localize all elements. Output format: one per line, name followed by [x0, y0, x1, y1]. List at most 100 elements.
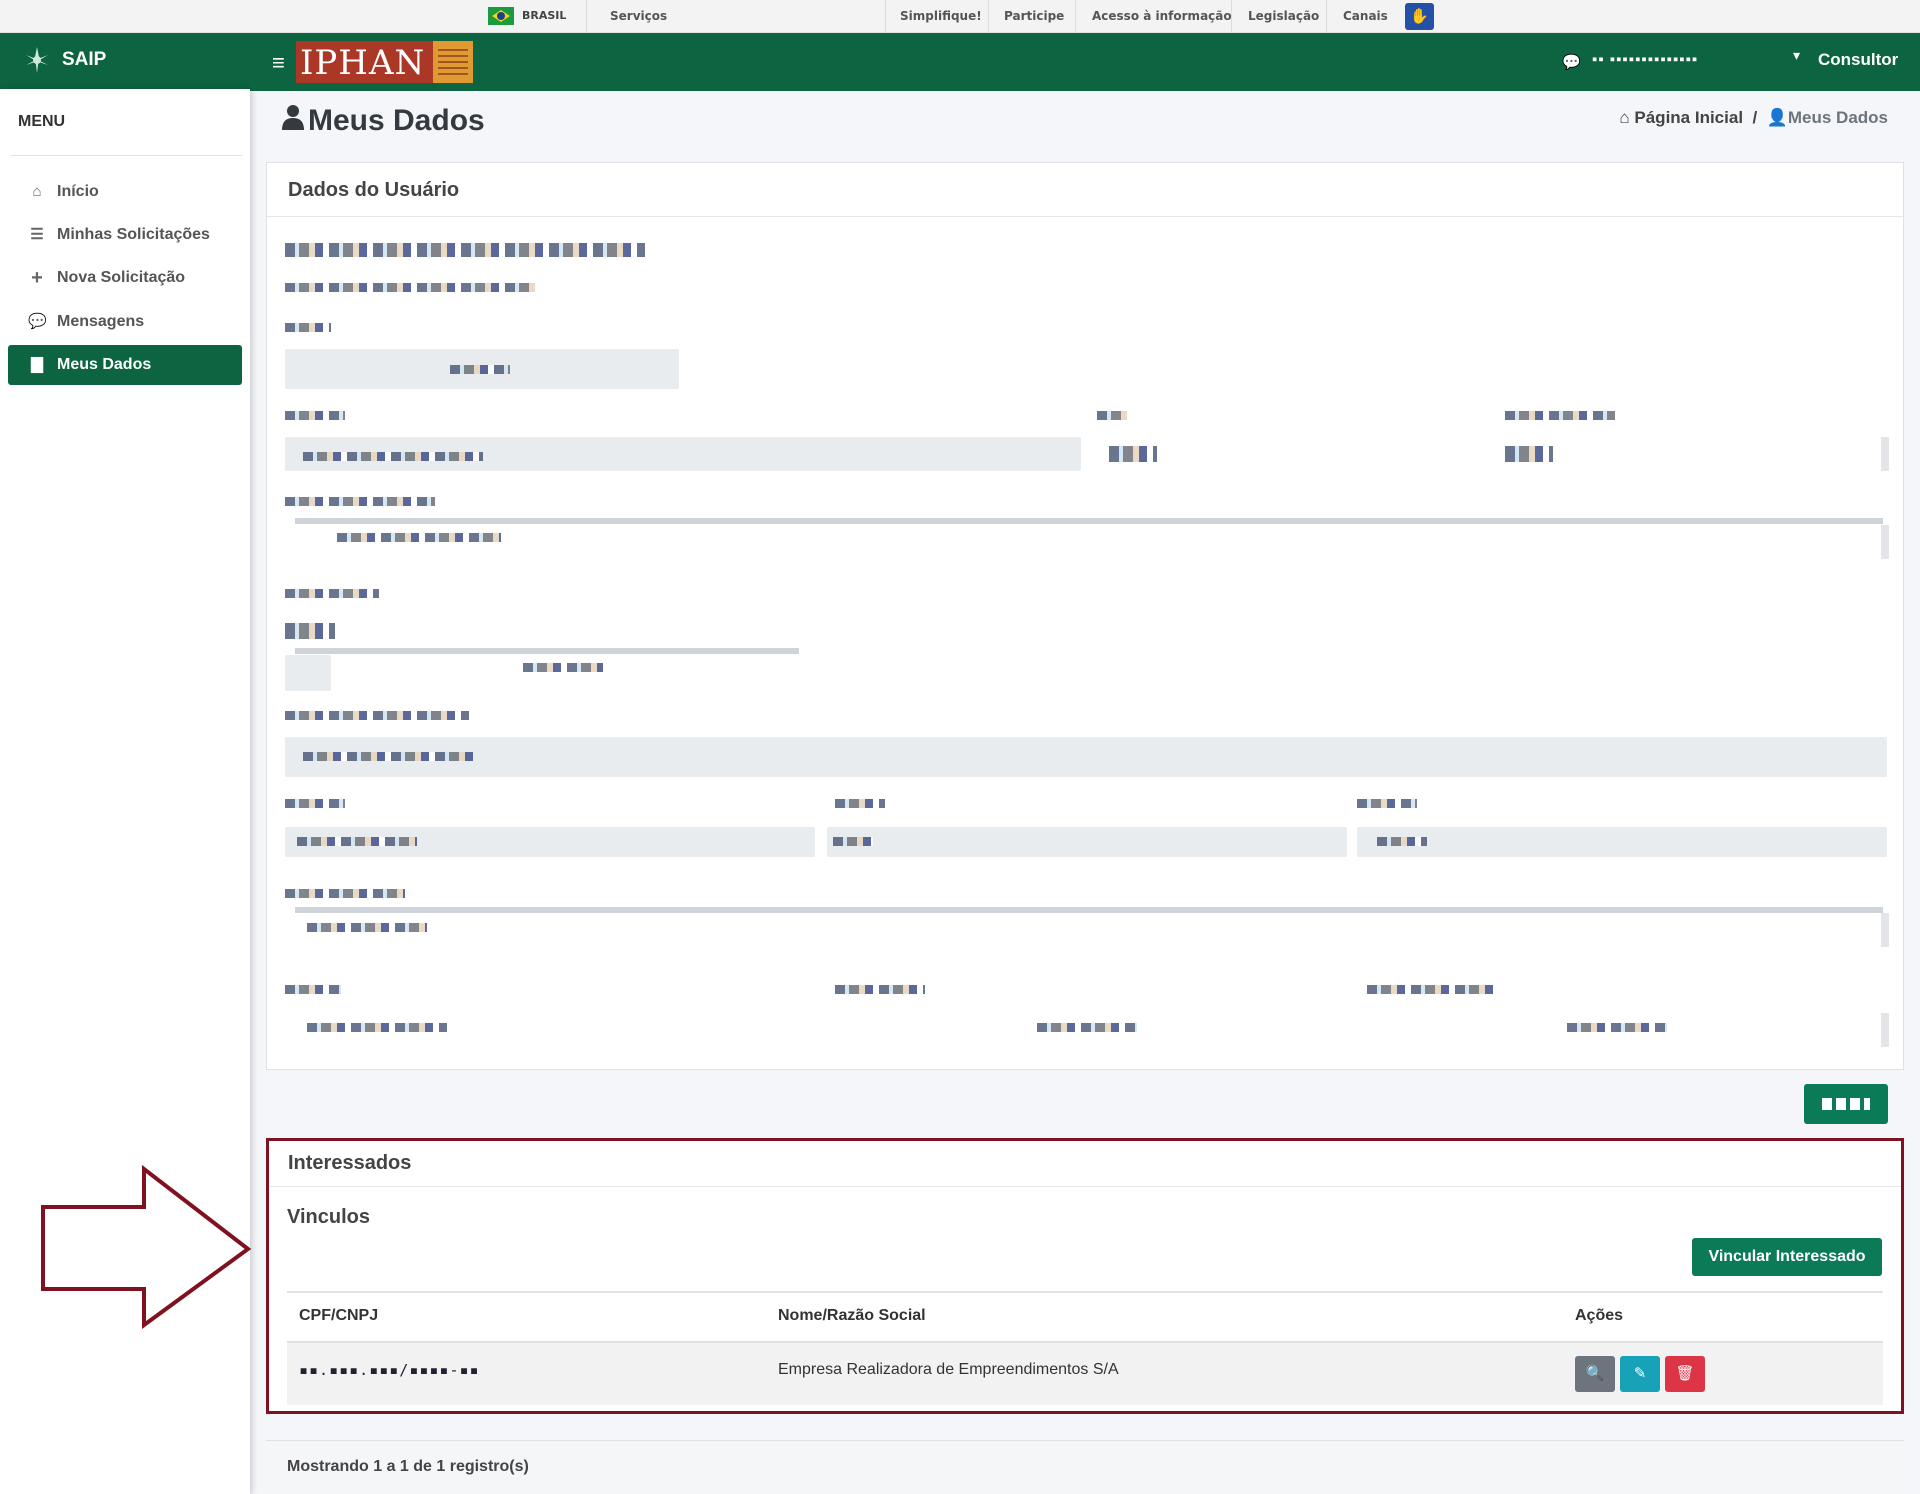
redacted-field[interactable]	[285, 827, 815, 857]
divider	[586, 0, 587, 33]
user-role[interactable]: Consultor	[1818, 50, 1898, 70]
brand-bar[interactable]: SAIP	[0, 33, 250, 89]
hand-accessibility-icon[interactable]: ✋	[1405, 3, 1434, 30]
gov-country-link[interactable]: BRASIL	[522, 9, 566, 22]
redacted-value	[1109, 446, 1157, 462]
redacted-text	[307, 1023, 447, 1032]
gov-bar: BRASIL Serviços Simplifique! Participe A…	[0, 0, 1920, 33]
app-name: SAIP	[62, 49, 107, 70]
redacted-field[interactable]	[285, 737, 1887, 777]
divider	[988, 0, 989, 33]
user-name[interactable]: ▪▪ ▪▪▪▪▪▪▪▪▪▪▪▪▪▪	[1592, 51, 1698, 68]
redacted-label	[285, 711, 469, 720]
sidebar-item-nova-solicitacao[interactable]: + Nova Solicitação	[8, 258, 242, 298]
gov-link-legislacao[interactable]: Legislação	[1248, 9, 1319, 23]
redacted-value	[1505, 446, 1553, 462]
highlight-box	[266, 1138, 1904, 1414]
chat-icon[interactable]: 💬	[1562, 53, 1581, 71]
gov-services-link[interactable]: Serviços	[610, 9, 667, 23]
user-icon: 👤	[1766, 108, 1788, 127]
redacted-label	[285, 589, 379, 598]
redacted-field[interactable]	[285, 437, 1081, 471]
user-data-card: Dados do Usuário	[266, 162, 1904, 1070]
redacted-field[interactable]	[1357, 827, 1887, 857]
redacted-label	[1367, 985, 1497, 994]
sidebar-item-label: Mensagens	[57, 313, 145, 330]
card-title: Dados do Usuário	[288, 179, 460, 201]
divider	[885, 0, 886, 33]
scrollbar[interactable]	[1881, 525, 1889, 559]
leaf-logo-icon	[26, 47, 48, 73]
scrollbar[interactable]	[1881, 913, 1889, 947]
sidebar-item-mensagens[interactable]: 💬 Mensagens	[8, 302, 242, 342]
sidebar-item-label: Início	[57, 183, 99, 200]
divider	[1231, 0, 1232, 33]
gov-link-simplifique[interactable]: Simplifique!	[900, 9, 982, 23]
divider	[1326, 0, 1327, 33]
home-icon: ⌂	[32, 183, 42, 200]
redacted-label	[835, 799, 885, 808]
redacted-label	[1505, 411, 1615, 420]
menu-title: MENU	[18, 113, 66, 130]
redacted-label	[1097, 411, 1127, 420]
redacted-text	[285, 323, 331, 332]
scrollbar[interactable]	[1881, 1013, 1889, 1047]
redacted-label	[285, 623, 335, 639]
top-header: ≡ IPHAN 💬 ▪▪ ▪▪▪▪▪▪▪▪▪▪▪▪▪▪ ▾ Consultor	[250, 33, 1920, 91]
hamburger-menu-icon[interactable]: ≡	[272, 50, 285, 76]
sidebar-item-label: Nova Solicitação	[57, 269, 186, 286]
page-title-text: Meus Dados	[308, 104, 485, 137]
redacted-field[interactable]	[285, 655, 331, 691]
sidebar-item-minhas-solicitacoes[interactable]: ☰ Minhas Solicitações	[8, 215, 242, 255]
scrollbar[interactable]	[1881, 437, 1889, 471]
list-icon: ☰	[30, 226, 44, 243]
card-header: Dados do Usuário	[267, 163, 1903, 217]
divider	[10, 155, 242, 156]
redacted-label	[835, 985, 925, 994]
sidebar-item-label: Minhas Solicitações	[57, 226, 210, 243]
redacted-label	[1357, 799, 1417, 808]
redacted-field[interactable]	[285, 349, 679, 389]
iphan-logo[interactable]: IPHAN	[296, 41, 473, 83]
logo-badge	[433, 41, 473, 83]
chevron-down-icon[interactable]: ▾	[1793, 47, 1800, 64]
breadcrumb: ⌂ Página Inicial / 👤Meus Dados	[1619, 108, 1888, 128]
redacted-text	[307, 923, 427, 932]
user-icon	[282, 104, 304, 138]
divider	[295, 518, 1883, 524]
gov-link-acesso[interactable]: Acesso à informação	[1092, 9, 1232, 23]
breadcrumb-separator: /	[1747, 108, 1762, 127]
gov-link-canais[interactable]: Canais	[1343, 9, 1388, 23]
sidebar-item-label: Meus Dados	[57, 356, 152, 373]
breadcrumb-current: Meus Dados	[1787, 108, 1888, 127]
records-footer: Mostrando 1 a 1 de 1 registro(s)	[266, 1440, 1904, 1494]
breadcrumb-home[interactable]: Página Inicial	[1634, 108, 1743, 127]
sidebar-item-inicio[interactable]: ⌂ Início	[8, 172, 242, 212]
redacted-text	[285, 283, 535, 292]
comments-icon: 💬	[28, 313, 47, 330]
logo-text: IPHAN	[300, 43, 426, 83]
records-info: Mostrando 1 a 1 de 1 registro(s)	[287, 1458, 529, 1475]
redacted-text	[1567, 1023, 1667, 1032]
divider	[1075, 0, 1076, 33]
redacted-label	[285, 985, 341, 994]
redacted-label	[285, 497, 435, 506]
divider	[295, 907, 1883, 913]
save-data-button[interactable]	[1804, 1084, 1888, 1124]
file-icon: ▇	[31, 356, 43, 373]
arrow-right-icon	[41, 1165, 252, 1329]
redacted-label	[285, 411, 345, 420]
home-icon: ⌂	[1619, 108, 1635, 127]
redacted-field[interactable]	[827, 827, 1347, 857]
page-title: Meus Dados	[282, 104, 485, 138]
plus-icon: +	[31, 267, 43, 289]
brazil-flag-icon	[488, 7, 514, 25]
redacted-text	[523, 663, 603, 672]
divider	[295, 648, 799, 654]
gov-link-participe[interactable]: Participe	[1004, 9, 1064, 23]
redacted-text	[1037, 1023, 1137, 1032]
redacted-text	[285, 243, 645, 257]
sidebar-item-meus-dados[interactable]: ▇ Meus Dados	[8, 345, 242, 385]
redacted-label	[285, 799, 345, 808]
redacted-text	[337, 533, 501, 542]
